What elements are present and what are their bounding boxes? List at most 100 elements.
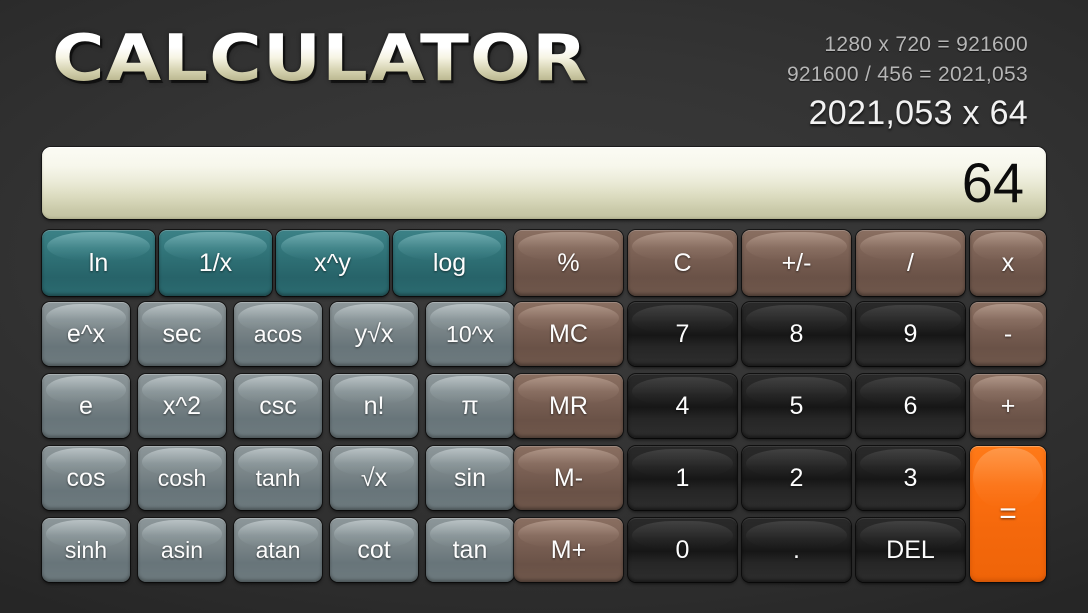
key-atan[interactable]: atan <box>234 518 322 582</box>
key-sign[interactable]: +/- <box>742 230 851 296</box>
key-5[interactable]: 5 <box>742 374 851 438</box>
key-8[interactable]: 8 <box>742 302 851 366</box>
key-8-label: 8 <box>789 319 804 348</box>
key-cot[interactable]: cot <box>330 518 418 582</box>
key-square-label: x^2 <box>162 391 202 420</box>
key-cosh-label: cosh <box>157 464 207 491</box>
key-1-label: 1 <box>675 463 690 492</box>
key-4-label: 4 <box>675 391 690 420</box>
key-asin[interactable]: asin <box>138 518 226 582</box>
key-euler[interactable]: e <box>42 374 130 438</box>
key-delete-label: DEL <box>886 535 935 564</box>
key-divide-label: / <box>907 248 914 277</box>
key-0-label: 0 <box>675 535 690 564</box>
key-cos[interactable]: cos <box>42 446 130 510</box>
key-sqrt-label: √x <box>360 463 388 492</box>
key-9-label: 9 <box>903 319 918 348</box>
key-sin-label: sin <box>454 463 486 492</box>
key-2[interactable]: 2 <box>742 446 851 510</box>
key-reciprocal-label: 1/x <box>198 248 233 277</box>
key-0[interactable]: 0 <box>628 518 737 582</box>
key-4[interactable]: 4 <box>628 374 737 438</box>
key-3-label: 3 <box>903 463 918 492</box>
key-exp-label: e^x <box>66 319 106 348</box>
key-multiply[interactable]: x <box>970 230 1046 296</box>
display-value: 64 <box>961 151 1024 214</box>
key-clear-label: C <box>673 248 692 277</box>
key-csc-label: csc <box>259 391 297 420</box>
key-3[interactable]: 3 <box>856 446 965 510</box>
key-power[interactable]: x^y <box>276 230 389 296</box>
key-sec[interactable]: sec <box>138 302 226 366</box>
key-6[interactable]: 6 <box>856 374 965 438</box>
key-power-label: x^y <box>314 248 351 277</box>
key-cot-label: cot <box>357 535 391 564</box>
key-tan-label: tan <box>452 535 488 564</box>
key-subtract[interactable]: - <box>970 302 1046 366</box>
key-equals-label: = <box>999 497 1017 530</box>
key-tan[interactable]: tan <box>426 518 514 582</box>
key-divide[interactable]: / <box>856 230 965 296</box>
key-add[interactable]: + <box>970 374 1046 438</box>
key-euler-label: e <box>79 391 93 420</box>
key-ln-label: ln <box>88 248 109 277</box>
key-percent-label: % <box>557 248 580 277</box>
key-ln[interactable]: ln <box>42 230 155 296</box>
key-memory-recall-label: MR <box>549 391 588 420</box>
display-field[interactable]: 64 <box>42 147 1046 219</box>
key-exp[interactable]: e^x <box>42 302 130 366</box>
key-sinh[interactable]: sinh <box>42 518 130 582</box>
key-9[interactable]: 9 <box>856 302 965 366</box>
key-acos[interactable]: acos <box>234 302 322 366</box>
key-memory-add-label: M+ <box>550 535 587 564</box>
key-factorial[interactable]: n! <box>330 374 418 438</box>
calculator-app: CALCULATOR 1280 x 720 = 921600 921600 / … <box>0 0 1088 613</box>
key-memory-subtract[interactable]: M- <box>514 446 623 510</box>
key-memory-subtract-label: M- <box>553 463 584 492</box>
key-equals[interactable]: = <box>970 446 1046 582</box>
key-delete[interactable]: DEL <box>856 518 965 582</box>
key-cosh[interactable]: cosh <box>138 446 226 510</box>
key-7[interactable]: 7 <box>628 302 737 366</box>
key-sec-label: sec <box>162 319 202 348</box>
key-1[interactable]: 1 <box>628 446 737 510</box>
key-log[interactable]: log <box>393 230 506 296</box>
key-cos-label: cos <box>66 463 106 492</box>
key-subtract-label: - <box>1003 319 1013 348</box>
key-asin-label: asin <box>160 536 204 563</box>
key-2-label: 2 <box>789 463 804 492</box>
key-reciprocal[interactable]: 1/x <box>159 230 272 296</box>
key-percent[interactable]: % <box>514 230 623 296</box>
keypad: ln 1/x x^y log% C +/- / x e^x sec acos y√x 10^x MC 7 8 9… <box>42 230 1046 582</box>
history-panel: 1280 x 720 = 921600 921600 / 456 = 2021,… <box>787 30 1028 134</box>
key-clear[interactable]: C <box>628 230 737 296</box>
header: CALCULATOR 1280 x 720 = 921600 921600 / … <box>0 0 1088 140</box>
key-acos-label: acos <box>253 320 303 347</box>
key-sin[interactable]: sin <box>426 446 514 510</box>
key-multiply-label: x <box>1001 248 1015 277</box>
key-csc[interactable]: csc <box>234 374 322 438</box>
key-memory-recall[interactable]: MR <box>514 374 623 438</box>
key-decimal-label: . <box>793 535 800 564</box>
key-ten-power[interactable]: 10^x <box>426 302 514 366</box>
key-add-label: + <box>1000 391 1016 420</box>
key-sinh-label: sinh <box>64 536 108 563</box>
key-nth-root-label: y√x <box>354 319 394 348</box>
key-sign-label: +/- <box>781 248 812 277</box>
key-7-label: 7 <box>675 319 690 348</box>
key-square[interactable]: x^2 <box>138 374 226 438</box>
key-memory-clear[interactable]: MC <box>514 302 623 366</box>
key-sqrt[interactable]: √x <box>330 446 418 510</box>
key-tanh-label: tanh <box>255 464 301 491</box>
key-memory-add[interactable]: M+ <box>514 518 623 582</box>
key-decimal[interactable]: . <box>742 518 851 582</box>
key-tanh[interactable]: tanh <box>234 446 322 510</box>
key-pi[interactable]: π <box>426 374 514 438</box>
key-ten-power-label: 10^x <box>446 320 494 347</box>
key-pi-label: π <box>461 391 479 420</box>
key-factorial-label: n! <box>363 391 385 420</box>
current-expression: 2021,053 x 64 <box>808 94 1028 132</box>
key-6-label: 6 <box>903 391 918 420</box>
history-line: 921600 / 456 = 2021,053 <box>786 63 1028 86</box>
key-nth-root[interactable]: y√x <box>330 302 418 366</box>
